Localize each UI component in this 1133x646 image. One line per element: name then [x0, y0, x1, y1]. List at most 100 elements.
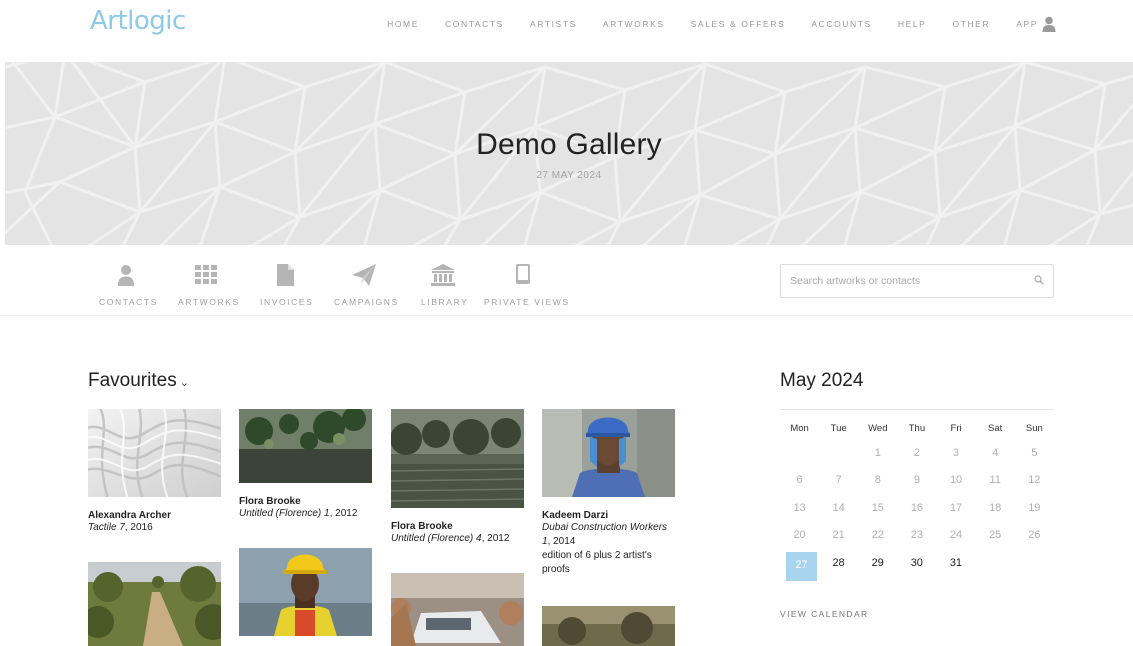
artist-name[interactable]: Flora Brooke — [239, 496, 372, 507]
user-icon[interactable] — [1042, 16, 1056, 32]
calendar-day[interactable]: 3 — [937, 440, 976, 467]
search-box — [780, 264, 1054, 298]
calendar-week: 13 14 15 16 17 18 19 — [780, 495, 1054, 522]
calendar-day[interactable]: 12 — [1015, 467, 1054, 494]
calendar-week: 6 7 8 9 10 11 12 — [780, 467, 1054, 494]
page-title: Demo Gallery — [476, 128, 662, 161]
calendar-day[interactable]: 14 — [819, 495, 858, 522]
nav-accounts[interactable]: ACCOUNTS — [811, 19, 872, 29]
calendar-day[interactable]: 26 — [1015, 522, 1054, 549]
calendar-day[interactable]: 9 — [897, 467, 936, 494]
calendar-day[interactable]: 23 — [897, 522, 936, 549]
quicknav-library[interactable]: LIBRARY — [421, 264, 469, 307]
weekday-label: Mon — [790, 423, 809, 434]
calendar-day[interactable]: 31 — [936, 550, 975, 577]
calendar-day-today[interactable]: 27 — [786, 551, 817, 581]
document-icon — [277, 264, 294, 286]
weekday-label: Thu — [908, 423, 926, 434]
artist-name[interactable]: Alexandra Archer — [88, 510, 221, 521]
quicknav-invoices[interactable]: INVOICES — [260, 264, 314, 307]
calendar-day[interactable]: 18 — [976, 495, 1015, 522]
quicknav-artworks[interactable]: ARTWORKS — [178, 264, 240, 307]
quicknav-contacts[interactable]: CONTACTS — [99, 264, 158, 307]
artwork-image[interactable] — [391, 409, 524, 508]
chevron-down-icon[interactable]: ⌄ — [180, 377, 189, 389]
favourite-card[interactable]: Flora Brooke Untitled (Florence) 1, 2012 — [239, 409, 372, 521]
paper-plane-icon — [352, 264, 376, 286]
quicknav-campaigns[interactable]: CAMPAIGNS — [334, 264, 397, 307]
grid-icon — [194, 265, 217, 284]
quicknav-label: CONTACTS — [99, 297, 158, 307]
artwork-image[interactable] — [88, 409, 221, 497]
calendar-day — [1015, 550, 1054, 577]
calendar-month-title: May 2024 — [780, 370, 864, 391]
calendar-day[interactable]: 8 — [858, 467, 897, 494]
calendar-day[interactable]: 1 — [858, 440, 897, 467]
artlogic-logo[interactable]: Artlogic — [90, 6, 186, 36]
favourite-card[interactable] — [542, 606, 675, 646]
favourites-heading[interactable]: Favourites ⌄ — [88, 370, 189, 392]
nav-artists[interactable]: ARTISTS — [530, 19, 577, 29]
calendar-day[interactable]: 2 — [897, 440, 936, 467]
favourite-card[interactable] — [239, 548, 372, 636]
artist-name[interactable]: Flora Brooke — [391, 521, 524, 532]
calendar-day[interactable]: 10 — [937, 467, 976, 494]
view-calendar-link[interactable]: VIEW CALENDAR — [780, 609, 869, 619]
quicknav-label: ARTWORKS — [178, 297, 240, 307]
artwork-image[interactable] — [542, 606, 675, 646]
artwork-image[interactable] — [391, 573, 524, 646]
artwork-image[interactable] — [88, 562, 221, 646]
calendar-day — [976, 550, 1015, 577]
nav-app[interactable]: APP — [1016, 19, 1038, 29]
favourite-card[interactable]: Alexandra Archer Tactile 7, 2016 — [88, 409, 221, 535]
calendar-day[interactable]: 20 — [780, 522, 819, 549]
calendar-day[interactable]: 4 — [976, 440, 1015, 467]
weekday-label: Wed — [868, 423, 888, 434]
favourite-card[interactable]: Flora Brooke Untitled (Florence) 4, 2012 — [391, 409, 524, 546]
artist-name[interactable]: Kadeem Darzi — [542, 510, 675, 521]
search-input[interactable] — [781, 265, 1011, 297]
calendar-day[interactable]: 24 — [937, 522, 976, 549]
calendar-day[interactable]: 19 — [1015, 495, 1054, 522]
nav-home[interactable]: HOME — [387, 19, 419, 29]
artwork-image[interactable] — [239, 409, 372, 483]
quicknav-private-views[interactable]: PRIVATE VIEWS — [484, 264, 568, 307]
nav-contacts[interactable]: CONTACTS — [445, 19, 504, 29]
top-navigation: Artlogic HOME CONTACTS ARTISTS ARTWORKS … — [0, 0, 1133, 50]
artwork-title-text: Untitled (Florence) 4 — [391, 533, 482, 544]
quicknav-label: INVOICES — [260, 297, 314, 307]
artwork-title-text: Tactile 7 — [88, 522, 125, 533]
artwork-image[interactable] — [239, 548, 372, 636]
calendar-day[interactable]: 7 — [819, 467, 858, 494]
calendar-week: 27 28 29 30 31 — [780, 550, 1054, 583]
artwork-image[interactable] — [542, 409, 675, 497]
calendar-day[interactable]: 11 — [976, 467, 1015, 494]
calendar-day[interactable]: 28 — [819, 550, 858, 577]
calendar-day[interactable]: 25 — [976, 522, 1015, 549]
calendar-day[interactable]: 5 — [1015, 440, 1054, 467]
favourite-card[interactable] — [391, 573, 524, 646]
favourite-card[interactable] — [88, 562, 221, 646]
calendar-day[interactable]: 13 — [780, 495, 819, 522]
nav-other[interactable]: OTHER — [952, 19, 990, 29]
main-nav: HOME CONTACTS ARTISTS ARTWORKS SALES & O… — [361, 19, 1038, 29]
nav-sales-offers[interactable]: SALES & OFFERS — [691, 19, 786, 29]
weekday-label: Sun — [1025, 423, 1043, 434]
artwork-year: , 2012 — [329, 508, 358, 519]
hero-banner: Demo Gallery 27 MAY 2024 — [5, 62, 1133, 245]
calendar-day[interactable]: 21 — [819, 522, 858, 549]
calendar-day[interactable]: 16 — [897, 495, 936, 522]
calendar-week: 20 21 22 23 24 25 26 — [780, 522, 1054, 549]
search-icon[interactable] — [1034, 275, 1044, 285]
calendar-week: 1 2 3 4 5 — [780, 440, 1054, 467]
calendar-day[interactable]: 15 — [858, 495, 897, 522]
calendar-day[interactable]: 6 — [780, 467, 819, 494]
calendar-day[interactable]: 30 — [897, 550, 936, 577]
quicknav-label: LIBRARY — [421, 297, 469, 307]
nav-artworks[interactable]: ARTWORKS — [603, 19, 665, 29]
calendar-day[interactable]: 29 — [858, 550, 897, 577]
nav-help[interactable]: HELP — [898, 19, 927, 29]
calendar-day[interactable]: 22 — [858, 522, 897, 549]
calendar-day[interactable]: 17 — [937, 495, 976, 522]
favourite-card[interactable]: Kadeem Darzi Dubai Construction Workers … — [542, 409, 675, 577]
